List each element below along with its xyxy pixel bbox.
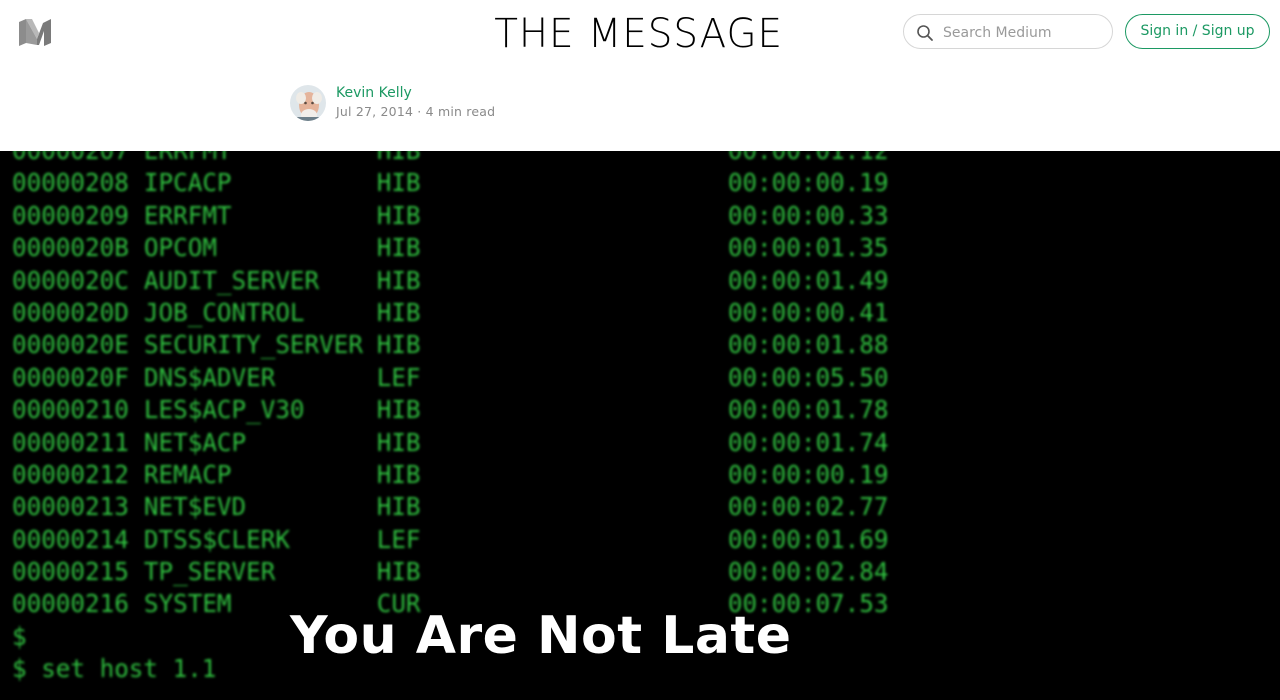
terminal-prompt-text: $ [12,621,27,651]
terminal-cell: 00:00:02.77 [727,492,889,522]
search-icon[interactable] [916,24,934,42]
terminal-cell: HIB [376,200,421,230]
top-bar: THE MESSAGE Sign in / Sign up Kevin Kell… [0,0,1280,151]
author-avatar[interactable] [290,85,326,121]
terminal-cell: HIB [376,168,421,198]
terminal-cell: HIB [376,557,421,587]
terminal-cell: 0000020C [12,265,129,295]
terminal-cell: 00:00:01.78 [727,395,889,425]
terminal-cell: 00:00:00.41 [727,297,889,327]
hero-image: 00000207ERRFMTHIB1245000:00:01.123303880… [0,151,1280,700]
terminal-cell: 0000020D [12,297,129,327]
terminal-cell: ERRFMT [143,200,232,230]
terminal-cell: 00000209 [12,200,129,230]
terminal-cell: 00:00:00.33 [727,200,889,230]
terminal-cell: 00000212 [12,459,129,489]
medium-m-icon[interactable] [18,19,52,47]
terminal-cell: 00000208 [12,168,129,198]
terminal-cell: NET$EVD [143,492,247,522]
terminal-cell: 00000207 [12,151,129,167]
terminal-cell: 00:00:01.69 [727,524,889,554]
terminal-cell: DNS$ADVER [143,362,276,392]
post-meta: Jul 27, 2014 · 4 min read [336,104,496,119]
publication-title[interactable]: THE MESSAGE [494,10,782,58]
terminal-cell: 00000215 [12,557,129,587]
terminal-cell: 00000214 [12,524,129,554]
terminal-cell: 00:00:01.88 [727,330,889,360]
terminal-cell: 0000020F [12,362,129,392]
terminal-cell: SYSTEM [143,589,232,619]
terminal-prompt-text: $ set host 1.1 [12,654,217,684]
terminal-cell: AUDIT_SERVER [143,265,320,295]
terminal-cell: LES$ACP_V30 [143,395,305,425]
terminal-cell: HIB [376,265,421,295]
terminal-cell: LEF [376,362,421,392]
terminal-cell: IPCACP [143,168,232,198]
author-name-link[interactable]: Kevin Kelly [336,85,412,101]
terminal-cell: 00:00:01.12 [728,151,889,167]
terminal-cell: HIB [376,427,421,457]
terminal-cell: HIB [376,233,421,263]
terminal-cell: OPCOM [143,233,217,263]
terminal-cell: HIB [376,297,421,327]
terminal-cell: 0000020E [12,330,129,360]
terminal-cell: 00:00:05.50 [727,362,889,392]
terminal-cell: 00:00:02.84 [727,557,889,587]
sign-in-button[interactable]: Sign in / Sign up [1125,14,1270,49]
terminal-cell: TP_SERVER [143,557,276,587]
terminal-cell: HIB [376,395,421,425]
terminal-cell: 00:00:01.35 [727,233,889,263]
terminal-cell: REMACP [143,459,232,489]
search-input[interactable] [941,20,1110,46]
terminal-cell: 00:00:00.19 [727,459,889,489]
post-title: You Are Not Late [290,606,792,666]
terminal-cell: ERRFMT [144,151,232,167]
terminal-cell: DTSS$CLERK [143,524,290,554]
terminal-cell: HIB [376,330,421,360]
terminal-cell: 00000213 [12,492,129,522]
terminal-cell: JOB_CONTROL [143,297,305,327]
terminal-cell: HIB [376,492,421,522]
terminal-cell: HIB [377,151,421,167]
terminal-cell: SECURITY_SERVER [143,330,363,360]
search-box[interactable] [903,14,1113,49]
terminal-cell: NET$ACP [143,427,247,457]
terminal-cell: 00000216 [12,589,129,619]
terminal-cell: 0000020B [12,233,129,263]
terminal-cell: 00:00:01.74 [727,427,889,457]
terminal-cell: 00:00:01.49 [727,265,889,295]
terminal-cell: LEF [376,524,421,554]
terminal-cell: 00:00:00.19 [727,168,889,198]
terminal-cell: 00000210 [12,395,129,425]
terminal-cell: HIB [376,459,421,489]
terminal-cell: 00000211 [12,427,129,457]
